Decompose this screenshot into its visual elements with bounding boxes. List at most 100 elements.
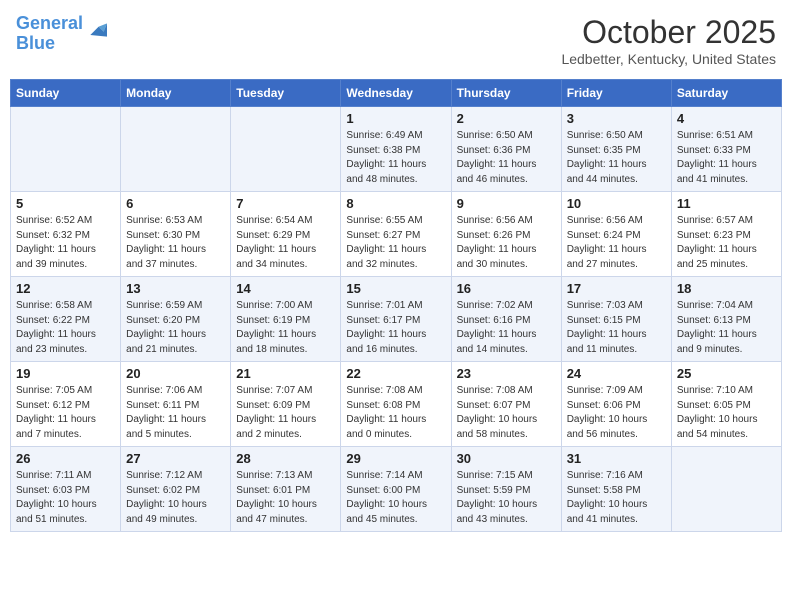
calendar-header-row: SundayMondayTuesdayWednesdayThursdayFrid… — [11, 80, 782, 107]
day-number: 28 — [236, 451, 335, 466]
day-header-monday: Monday — [121, 80, 231, 107]
month-title: October 2025 — [561, 14, 776, 51]
calendar-cell — [11, 107, 121, 192]
calendar-cell: 16 Sunrise: 7:02 AM Sunset: 6:16 PM Dayli… — [451, 277, 561, 362]
day-number: 31 — [567, 451, 666, 466]
calendar-week-row: 5Sunrise: 6:52 AM Sunset: 6:32 PM Daylig… — [11, 192, 782, 277]
calendar-cell: 14Sunrise: 7:00 AM Sunset: 6:19 PM Dayli… — [231, 277, 341, 362]
day-header-thursday: Thursday — [451, 80, 561, 107]
day-number: 22 — [346, 366, 445, 381]
day-number: 20 — [126, 366, 225, 381]
day-number: 30 — [457, 451, 556, 466]
day-number: 3 — [567, 111, 666, 126]
day-number: 25 — [677, 366, 776, 381]
day-info: Sunrise: 6:53 AM Sunset: 6:30 PM Dayligh… — [126, 214, 225, 272]
day-number: 2 — [457, 111, 556, 126]
day-info: Sunrise: 7:10 AM Sunset: 6:05 PM Dayligh… — [677, 384, 776, 442]
day-info: Sunrise: 6:56 AM Sunset: 6:26 PM Dayligh… — [457, 214, 556, 272]
day-number: 7 — [236, 196, 335, 211]
logo-icon — [87, 20, 107, 40]
day-header-saturday: Saturday — [671, 80, 781, 107]
day-number: 14 — [236, 281, 335, 296]
calendar-cell: 17Sunrise: 7:03 AM Sunset: 6:15 PM Dayli… — [561, 277, 671, 362]
day-number: 12 — [16, 281, 115, 296]
day-header-sunday: Sunday — [11, 80, 121, 107]
day-number: 23 — [457, 366, 556, 381]
day-info: Sunrise: 7:02 AM Sunset: 6:16 PM Dayligh… — [457, 299, 556, 357]
day-number: 27 — [126, 451, 225, 466]
day-number: 21 — [236, 366, 335, 381]
logo: General Blue — [16, 14, 107, 54]
calendar-cell: 20 Sunrise: 7:06 AM Sunset: 6:11 PM Dayli… — [121, 362, 231, 447]
calendar-cell: 5Sunrise: 6:52 AM Sunset: 6:32 PM Daylig… — [11, 192, 121, 277]
day-info: Sunrise: 6:51 AM Sunset: 6:33 PM Dayligh… — [677, 129, 776, 187]
calendar-cell: 28 Sunrise: 7:13 AM Sunset: 6:01 PM Dayli… — [231, 447, 341, 532]
day-number: 13 — [126, 281, 225, 296]
calendar-week-row: 12Sunrise: 6:58 AM Sunset: 6:22 PM Dayli… — [11, 277, 782, 362]
day-info: Sunrise: 7:13 AM Sunset: 6:01 PM Dayligh… — [236, 469, 335, 527]
day-header-friday: Friday — [561, 80, 671, 107]
day-info: Sunrise: 7:08 AM Sunset: 6:08 PM Dayligh… — [346, 384, 445, 442]
calendar-cell: 2 Sunrise: 6:50 AM Sunset: 6:36 PM Daylig… — [451, 107, 561, 192]
calendar-cell: 23 Sunrise: 7:08 AM Sunset: 6:07 PM Dayli… — [451, 362, 561, 447]
calendar-cell: 30 Sunrise: 7:15 AM Sunset: 5:59 PM Dayli… — [451, 447, 561, 532]
calendar-cell: 1Sunrise: 6:49 AM Sunset: 6:38 PM Daylig… — [341, 107, 451, 192]
calendar-cell: 4 Sunrise: 6:51 AM Sunset: 6:33 PM Daylig… — [671, 107, 781, 192]
calendar-cell: 31 Sunrise: 7:16 AM Sunset: 5:58 PM Dayli… — [561, 447, 671, 532]
day-info: Sunrise: 6:54 AM Sunset: 6:29 PM Dayligh… — [236, 214, 335, 272]
day-info: Sunrise: 6:50 AM Sunset: 6:36 PM Dayligh… — [457, 129, 556, 187]
day-number: 15 — [346, 281, 445, 296]
calendar-cell: 26 Sunrise: 7:11 AM Sunset: 6:03 PM Dayli… — [11, 447, 121, 532]
day-info: Sunrise: 7:06 AM Sunset: 6:11 PM Dayligh… — [126, 384, 225, 442]
day-number: 17 — [567, 281, 666, 296]
logo-text: General Blue — [16, 14, 83, 54]
day-number: 4 — [677, 111, 776, 126]
page-header: General Blue October 2025 Ledbetter, Ken… — [10, 10, 782, 71]
calendar-cell: 9 Sunrise: 6:56 AM Sunset: 6:26 PM Daylig… — [451, 192, 561, 277]
day-info: Sunrise: 7:11 AM Sunset: 6:03 PM Dayligh… — [16, 469, 115, 527]
day-info: Sunrise: 7:16 AM Sunset: 5:58 PM Dayligh… — [567, 469, 666, 527]
calendar-cell: 11Sunrise: 6:57 AM Sunset: 6:23 PM Dayli… — [671, 192, 781, 277]
day-info: Sunrise: 6:50 AM Sunset: 6:35 PM Dayligh… — [567, 129, 666, 187]
calendar-week-row: 19Sunrise: 7:05 AM Sunset: 6:12 PM Dayli… — [11, 362, 782, 447]
day-number: 26 — [16, 451, 115, 466]
calendar-week-row: 1Sunrise: 6:49 AM Sunset: 6:38 PM Daylig… — [11, 107, 782, 192]
calendar-cell: 22 Sunrise: 7:08 AM Sunset: 6:08 PM Dayli… — [341, 362, 451, 447]
calendar-cell: 21 Sunrise: 7:07 AM Sunset: 6:09 PM Dayli… — [231, 362, 341, 447]
calendar-cell: 25 Sunrise: 7:10 AM Sunset: 6:05 PM Dayli… — [671, 362, 781, 447]
day-info: Sunrise: 7:01 AM Sunset: 6:17 PM Dayligh… — [346, 299, 445, 357]
calendar-cell — [231, 107, 341, 192]
calendar-cell: 7 Sunrise: 6:54 AM Sunset: 6:29 PM Daylig… — [231, 192, 341, 277]
day-info: Sunrise: 7:15 AM Sunset: 5:59 PM Dayligh… — [457, 469, 556, 527]
calendar-cell: 18Sunrise: 7:04 AM Sunset: 6:13 PM Dayli… — [671, 277, 781, 362]
day-number: 8 — [346, 196, 445, 211]
day-info: Sunrise: 7:12 AM Sunset: 6:02 PM Dayligh… — [126, 469, 225, 527]
day-number: 29 — [346, 451, 445, 466]
location: Ledbetter, Kentucky, United States — [561, 51, 776, 67]
calendar-cell: 29 Sunrise: 7:14 AM Sunset: 6:00 PM Dayli… — [341, 447, 451, 532]
title-block: October 2025 Ledbetter, Kentucky, United… — [561, 14, 776, 67]
calendar-cell: 27 Sunrise: 7:12 AM Sunset: 6:02 PM Dayli… — [121, 447, 231, 532]
day-number: 24 — [567, 366, 666, 381]
day-header-wednesday: Wednesday — [341, 80, 451, 107]
day-info: Sunrise: 7:08 AM Sunset: 6:07 PM Dayligh… — [457, 384, 556, 442]
day-number: 10 — [567, 196, 666, 211]
calendar-table: SundayMondayTuesdayWednesdayThursdayFrid… — [10, 79, 782, 532]
day-info: Sunrise: 7:07 AM Sunset: 6:09 PM Dayligh… — [236, 384, 335, 442]
day-number: 16 — [457, 281, 556, 296]
day-number: 11 — [677, 196, 776, 211]
calendar-cell: 13Sunrise: 6:59 AM Sunset: 6:20 PM Dayli… — [121, 277, 231, 362]
day-info: Sunrise: 6:52 AM Sunset: 6:32 PM Dayligh… — [16, 214, 115, 272]
day-info: Sunrise: 7:14 AM Sunset: 6:00 PM Dayligh… — [346, 469, 445, 527]
calendar-cell: 15 Sunrise: 7:01 AM Sunset: 6:17 PM Dayli… — [341, 277, 451, 362]
day-info: Sunrise: 7:04 AM Sunset: 6:13 PM Dayligh… — [677, 299, 776, 357]
day-info: Sunrise: 7:09 AM Sunset: 6:06 PM Dayligh… — [567, 384, 666, 442]
day-number: 9 — [457, 196, 556, 211]
day-header-tuesday: Tuesday — [231, 80, 341, 107]
day-number: 1 — [346, 111, 445, 126]
calendar-cell: 24 Sunrise: 7:09 AM Sunset: 6:06 PM Dayli… — [561, 362, 671, 447]
calendar-cell: 10Sunrise: 6:56 AM Sunset: 6:24 PM Dayli… — [561, 192, 671, 277]
calendar-cell: 12Sunrise: 6:58 AM Sunset: 6:22 PM Dayli… — [11, 277, 121, 362]
calendar-cell: 3 Sunrise: 6:50 AM Sunset: 6:35 PM Daylig… — [561, 107, 671, 192]
day-info: Sunrise: 7:05 AM Sunset: 6:12 PM Dayligh… — [16, 384, 115, 442]
